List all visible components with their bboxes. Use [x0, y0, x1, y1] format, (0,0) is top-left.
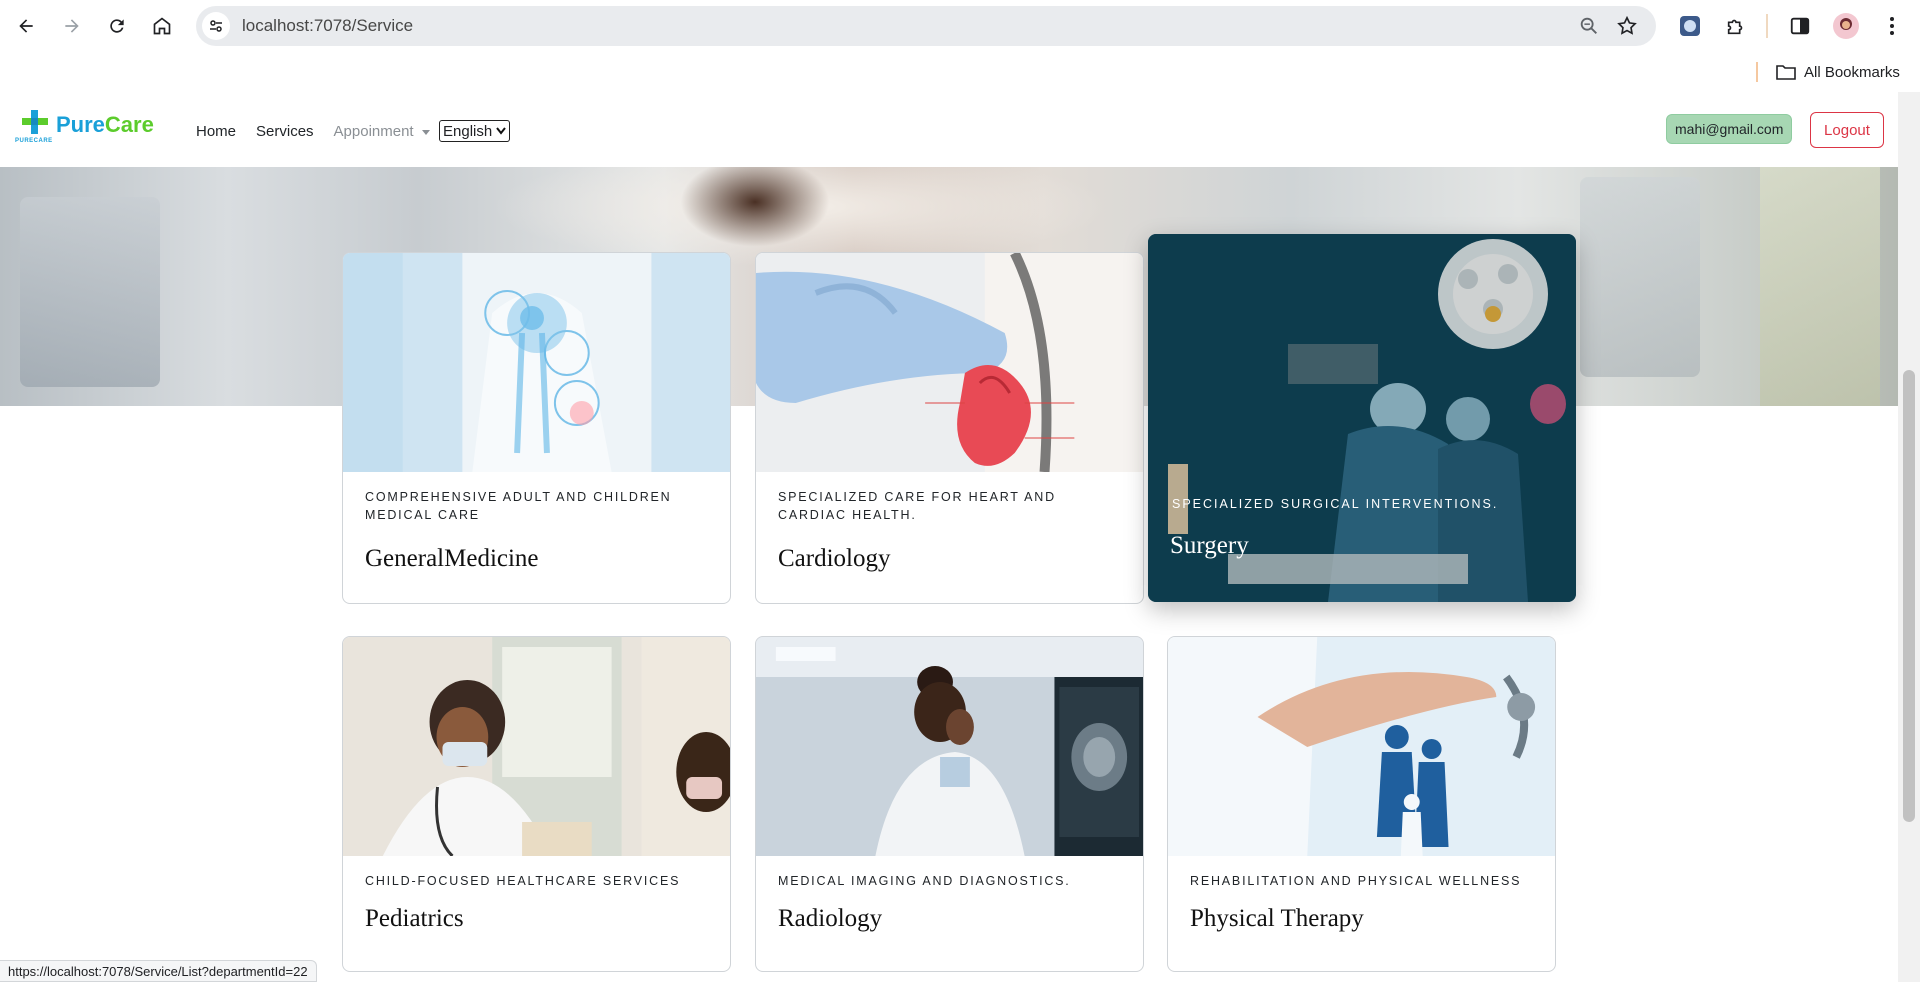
service-image-pediatrics — [343, 637, 730, 856]
logo-caption: PURECARE — [15, 138, 53, 144]
site-header: PureCare PURECARE Home Services Appoinme… — [0, 92, 1898, 167]
hero-figure — [680, 167, 830, 247]
toolbar-divider — [1766, 14, 1768, 38]
site-info-icon[interactable] — [202, 12, 230, 40]
side-panel-icon[interactable] — [1786, 12, 1814, 40]
nav-services[interactable]: Services — [256, 123, 314, 140]
extensions-puzzle-icon[interactable] — [1722, 12, 1750, 40]
zoom-icon[interactable] — [1578, 15, 1600, 37]
back-button[interactable] — [10, 10, 42, 42]
caret-down-icon — [421, 129, 430, 135]
service-title: Physical Therapy — [1190, 905, 1364, 932]
browser-menu-icon[interactable] — [1878, 12, 1906, 40]
back-arrow-icon — [19, 19, 33, 33]
service-subtitle: Child-focused healthcare services — [365, 874, 681, 888]
medical-cross-icon — [22, 110, 48, 134]
chevron-down-icon — [496, 127, 506, 135]
service-subtitle: Comprehensive adult and children medical… — [365, 490, 672, 522]
address-bar[interactable]: localhost:7078/Service — [196, 6, 1656, 46]
scrollbar-thumb[interactable] — [1903, 370, 1915, 822]
reload-icon — [110, 19, 124, 33]
service-title: Cardiology — [778, 545, 891, 572]
service-card-pediatrics[interactable]: Child-focused healthcare services Pediat… — [342, 636, 731, 972]
service-title: GeneralMedicine — [365, 545, 539, 572]
service-card-physical-therapy[interactable]: Rehabilitation and physical wellness Phy… — [1167, 636, 1556, 972]
service-image-physical-therapy — [1168, 637, 1555, 856]
hero-equipment-right — [1580, 177, 1700, 377]
service-subtitle: Specialized surgical interventions. — [1172, 497, 1499, 511]
page-viewport: PureCare PURECARE Home Services Appoinme… — [0, 92, 1898, 982]
service-card-general-medicine[interactable]: Comprehensive adult and children medical… — [342, 252, 731, 604]
service-image-cardiology — [756, 253, 1143, 472]
service-title: Radiology — [778, 905, 883, 932]
service-title: Surgery — [1170, 532, 1249, 559]
all-bookmarks-button[interactable]: All Bookmarks — [1776, 60, 1900, 84]
service-card-surgery[interactable]: Specialized surgical interventions. Surg… — [1148, 234, 1576, 602]
home-button[interactable] — [146, 10, 178, 42]
service-image-general-medicine — [343, 253, 730, 472]
nav-home[interactable]: Home — [196, 123, 236, 140]
hero-lamp — [1760, 167, 1880, 406]
service-image-radiology — [756, 637, 1143, 856]
main-nav: Home Services Appoinment — [196, 123, 430, 140]
service-subtitle: Medical imaging and diagnostics. — [778, 874, 1071, 888]
nav-appointment-dropdown[interactable]: Appoinment — [334, 123, 430, 140]
service-subtitle: Specialized care for heart and cardiac h… — [778, 490, 1056, 522]
service-title: Pediatrics — [365, 905, 464, 932]
service-card-cardiology[interactable]: Specialized care for heart and cardiac h… — [755, 252, 1144, 604]
page-scrollbar[interactable] — [1898, 92, 1920, 982]
bookmark-star-icon[interactable] — [1616, 15, 1638, 37]
url-text[interactable]: localhost:7078/Service — [242, 16, 413, 36]
logout-button[interactable]: Logout — [1810, 112, 1884, 148]
home-icon — [153, 17, 171, 35]
browser-toolbar: localhost:7078/Service — [0, 0, 1920, 52]
logo-wordmark: PureCare — [56, 112, 154, 138]
service-subtitle: Rehabilitation and physical wellness — [1190, 874, 1522, 888]
extension-icon[interactable] — [1676, 12, 1704, 40]
service-card-radiology[interactable]: Medical imaging and diagnostics. Radiolo… — [755, 636, 1144, 972]
nav-appointment-label: Appoinment — [333, 123, 414, 140]
bookmarks-bar: All Bookmarks — [0, 52, 1920, 92]
logo-care: Care — [104, 112, 154, 137]
logo-pure: Pure — [56, 112, 105, 137]
link-status-bar: https://localhost:7078/Service/List?depa… — [0, 960, 317, 982]
profile-avatar[interactable] — [1832, 12, 1860, 40]
forward-button[interactable] — [56, 10, 88, 42]
reload-button[interactable] — [101, 10, 133, 42]
hero-equipment-left — [20, 197, 160, 387]
folder-icon — [1776, 65, 1796, 80]
user-email-badge[interactable]: mahi@gmail.com — [1666, 114, 1793, 144]
bookmarks-divider — [1756, 62, 1758, 82]
all-bookmarks-label: All Bookmarks — [1804, 63, 1900, 81]
forward-arrow-icon — [65, 19, 79, 33]
purecare-logo[interactable]: PureCare PURECARE — [14, 108, 154, 148]
language-value: English — [443, 122, 493, 140]
language-select[interactable]: English — [439, 120, 511, 142]
